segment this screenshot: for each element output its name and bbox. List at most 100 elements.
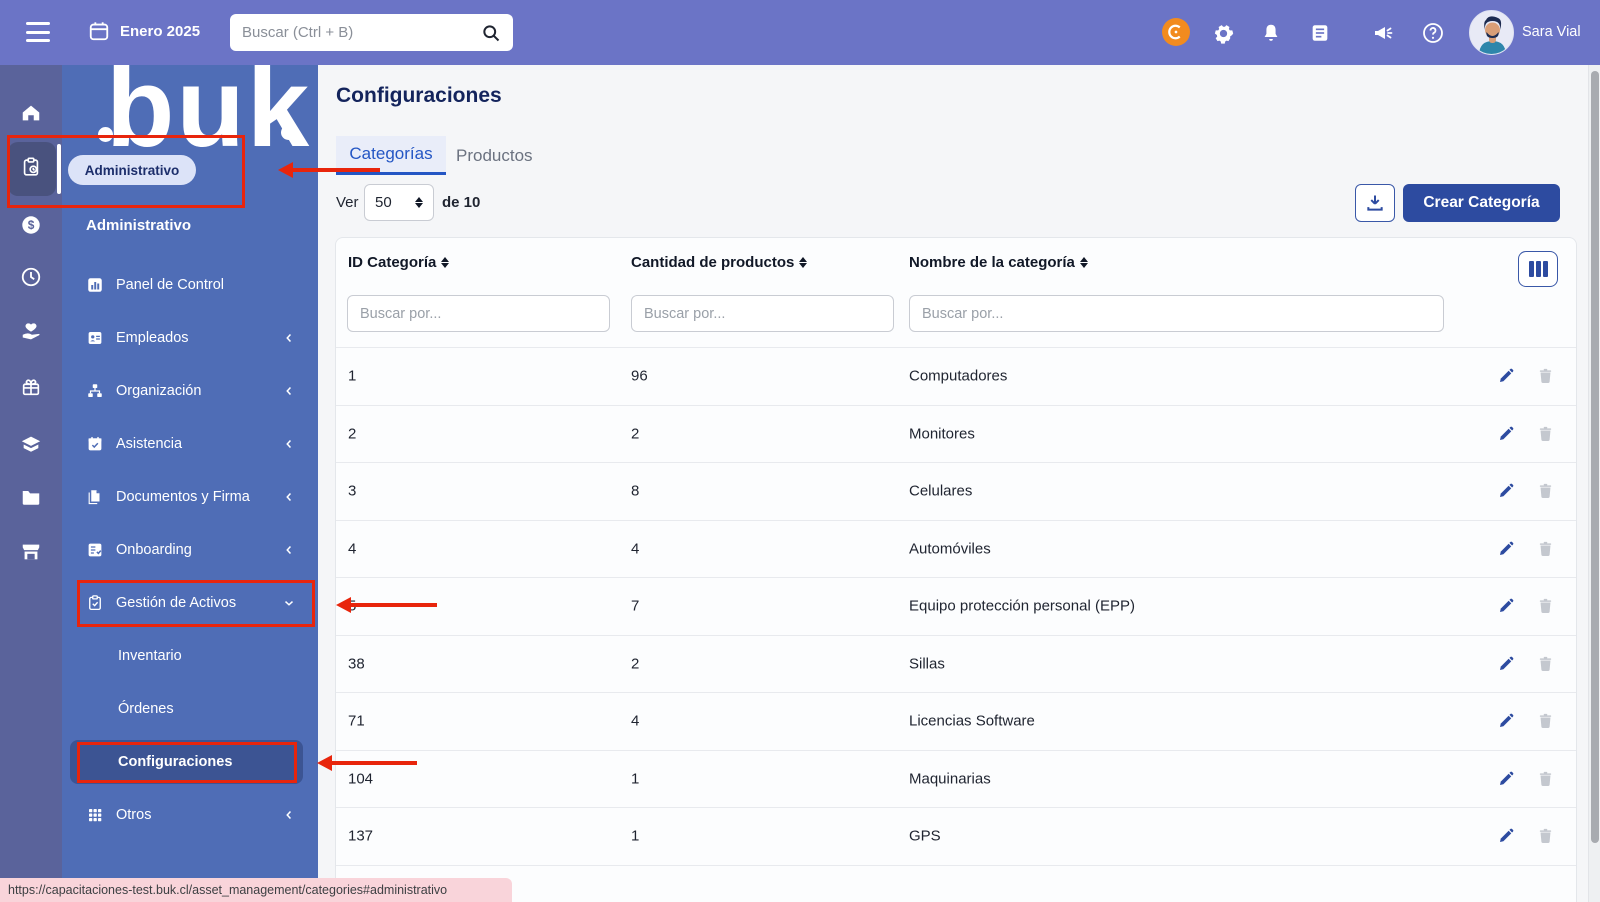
delete-trash-icon[interactable] (1537, 367, 1554, 385)
edit-pencil-icon[interactable] (1497, 712, 1515, 730)
filter-input-id[interactable] (347, 295, 610, 332)
folder-icon[interactable] (19, 485, 43, 509)
sidebar-item-panel-de-control[interactable]: Panel de Control (62, 258, 318, 311)
search-input[interactable] (242, 24, 481, 41)
bell-icon[interactable] (1257, 19, 1285, 47)
cell-name: Equipo protección personal (EPP) (909, 598, 1135, 615)
store-icon[interactable] (19, 540, 43, 564)
download-button[interactable] (1355, 184, 1395, 222)
table-row[interactable]: 4 4 Automóviles (336, 521, 1576, 579)
select-stepper-icon (415, 197, 423, 208)
cell-count: 4 (631, 540, 639, 557)
beacon-icon[interactable] (1162, 18, 1190, 46)
sidebar-item-organizacion[interactable]: Organización (62, 364, 318, 417)
filter-input-count[interactable] (631, 295, 894, 332)
layers-icon[interactable] (19, 432, 43, 456)
chevron-left-icon (282, 543, 296, 557)
table-row[interactable]: 2 2 Monitores (336, 406, 1576, 464)
column-header-count[interactable]: Cantidad de productos (631, 254, 807, 271)
clock-icon[interactable] (19, 265, 43, 289)
gear-icon[interactable] (1209, 19, 1237, 47)
gift-icon[interactable] (19, 375, 43, 399)
delete-trash-icon[interactable] (1537, 482, 1554, 500)
sidebar-item-label: Documentos y Firma (116, 489, 250, 505)
delete-trash-icon[interactable] (1537, 597, 1554, 615)
global-search (230, 14, 513, 51)
sidebar-item-asistencia[interactable]: Asistencia (62, 417, 318, 470)
cell-id: 3 (348, 483, 356, 500)
table-row[interactable]: 3 8 Celulares (336, 463, 1576, 521)
grid-icon (86, 806, 104, 824)
cell-count: 1 (631, 770, 639, 787)
edit-pencil-icon[interactable] (1497, 655, 1515, 673)
tab-categorias-label: Categorías (349, 144, 432, 164)
sort-icon (799, 257, 807, 268)
edit-pencil-icon[interactable] (1497, 482, 1515, 500)
user-name[interactable]: Sara Vial (1522, 24, 1581, 40)
hand-heart-icon[interactable] (19, 320, 43, 344)
current-period-label[interactable]: Enero 2025 (120, 23, 200, 40)
sidebar-item-inventario[interactable]: Inventario (62, 629, 318, 682)
delete-trash-icon[interactable] (1537, 712, 1554, 730)
avatar[interactable] (1469, 10, 1514, 55)
hamburger-icon[interactable] (26, 22, 50, 42)
cell-count: 1 (631, 828, 639, 845)
news-icon[interactable] (1306, 19, 1334, 47)
sidebar-item-gestion-de-activos[interactable]: Gestión de Activos (62, 576, 318, 629)
sidebar-item-ordenes[interactable]: Órdenes (62, 682, 318, 735)
table-row[interactable]: 104 1 Maquinarias (336, 751, 1576, 809)
edit-pencil-icon[interactable] (1497, 597, 1515, 615)
edit-pencil-icon[interactable] (1497, 425, 1515, 443)
scrollbar-track[interactable] (1588, 65, 1600, 902)
table-row[interactable]: 5 7 Equipo protección personal (EPP) (336, 578, 1576, 636)
sidebar-item-label: Organización (116, 383, 201, 399)
help-icon[interactable] (1419, 19, 1447, 47)
delete-trash-icon[interactable] (1537, 770, 1554, 788)
download-icon (1365, 193, 1385, 213)
delete-trash-icon[interactable] (1537, 425, 1554, 443)
tab-productos[interactable]: Productos (456, 136, 533, 175)
cell-id: 5 (348, 598, 356, 615)
clipboard-clock-icon[interactable] (19, 155, 43, 179)
link-status-bar: https://capacitaciones-test.buk.cl/asset… (0, 878, 512, 902)
checklist-icon (86, 541, 104, 559)
columns-toggle-button[interactable] (1518, 251, 1558, 287)
table-row[interactable]: 137 1 GPS (336, 808, 1576, 866)
cell-id: 71 (348, 713, 365, 730)
edit-pencil-icon[interactable] (1497, 367, 1515, 385)
sidebar-item-otros[interactable]: Otros (62, 788, 318, 841)
cell-name: Licencias Software (909, 713, 1035, 730)
sidebar-item-label: Panel de Control (116, 277, 224, 293)
tab-categorias[interactable]: Categorías (336, 136, 446, 175)
cell-id: 4 (348, 540, 356, 557)
create-category-button[interactable]: Crear Categoría (1403, 184, 1560, 222)
cell-name: Monitores (909, 425, 975, 442)
sidebar-item-configuraciones[interactable]: Configuraciones (62, 735, 318, 788)
sidebar-item-onboarding[interactable]: Onboarding (62, 523, 318, 576)
search-icon[interactable] (481, 23, 501, 43)
page-size-select[interactable]: 50 (364, 184, 434, 221)
sidebar-item-label: Onboarding (116, 542, 192, 558)
column-header-name[interactable]: Nombre de la categoría (909, 254, 1088, 271)
edit-pencil-icon[interactable] (1497, 540, 1515, 558)
table-row[interactable]: 71 4 Licencias Software (336, 693, 1576, 751)
home-icon[interactable] (19, 101, 43, 125)
edit-pencil-icon[interactable] (1497, 827, 1515, 845)
scrollbar-thumb[interactable] (1591, 71, 1599, 843)
table-row[interactable]: 1 96 Computadores (336, 348, 1576, 406)
delete-trash-icon[interactable] (1537, 540, 1554, 558)
column-header-id[interactable]: ID Categoría (348, 254, 449, 271)
delete-trash-icon[interactable] (1537, 827, 1554, 845)
sidebar-item-documentos-y-firma[interactable]: Documentos y Firma (62, 470, 318, 523)
edit-pencil-icon[interactable] (1497, 770, 1515, 788)
filter-input-name[interactable] (909, 295, 1444, 332)
cell-id: 2 (348, 425, 356, 442)
sidebar-item-label: Órdenes (118, 701, 174, 717)
sidebar-item-empleados[interactable]: Empleados (62, 311, 318, 364)
table-row[interactable]: 38 2 Sillas (336, 636, 1576, 694)
dollar-icon[interactable]: $ (19, 213, 43, 237)
table-header-row: ID Categoría Cantidad de productos Nombr… (336, 238, 1576, 290)
megaphone-icon[interactable] (1369, 19, 1397, 47)
delete-trash-icon[interactable] (1537, 655, 1554, 673)
sidebar-item-label: Inventario (118, 648, 182, 664)
